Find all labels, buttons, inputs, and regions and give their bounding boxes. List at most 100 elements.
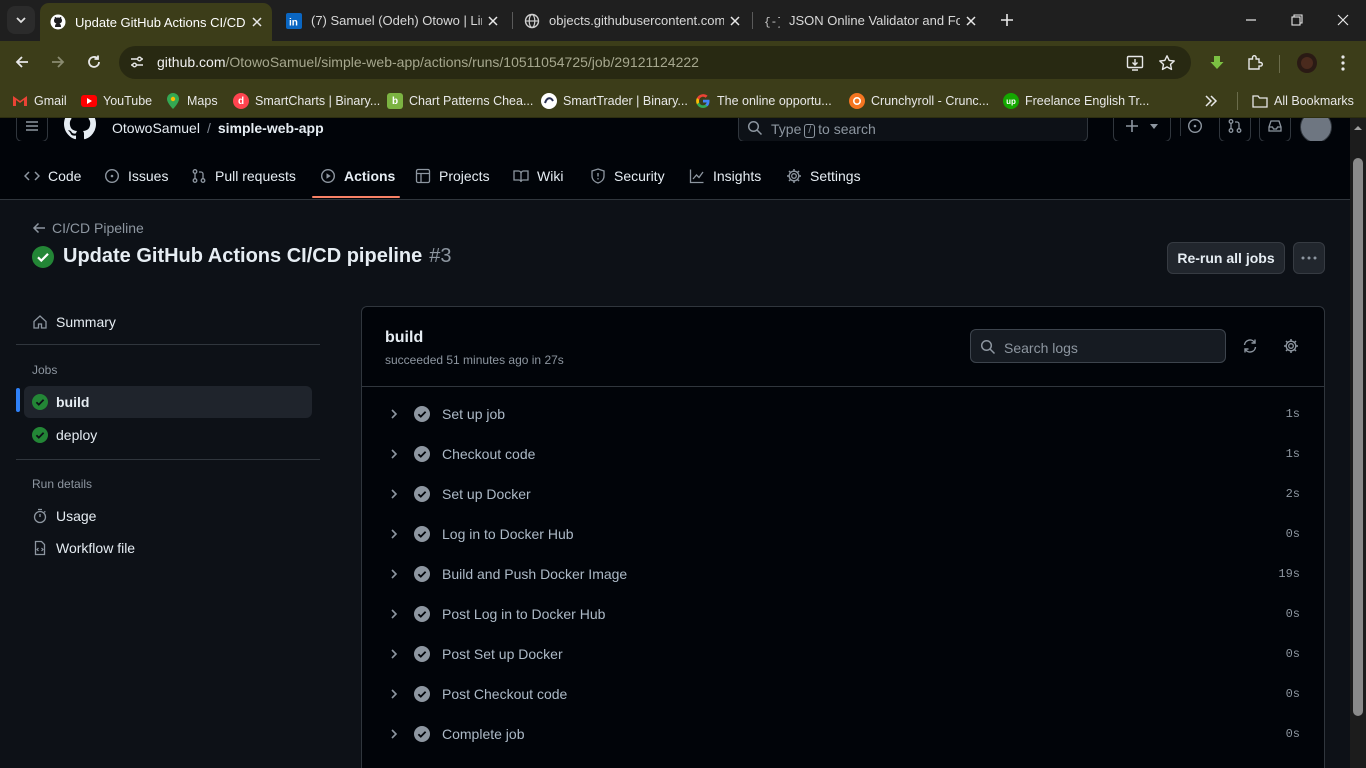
tab-search-button[interactable] (7, 6, 35, 34)
log-step-row[interactable]: Post Log in to Docker Hub 0s (378, 596, 1308, 632)
pull-requests-header-button[interactable] (1219, 118, 1251, 142)
tab-issues[interactable]: Issues (104, 165, 168, 187)
reload-button[interactable] (80, 48, 108, 76)
create-new-button[interactable] (1113, 118, 1171, 142)
more-options-button[interactable] (1293, 242, 1325, 274)
bookmark-chart-patterns[interactable]: b Chart Patterns Chea... (387, 91, 533, 111)
tab-pull-requests[interactable]: Pull requests (191, 165, 296, 187)
triangle-down-icon (1150, 124, 1158, 129)
url-host: github.com (157, 54, 226, 70)
restore-button[interactable] (1274, 0, 1320, 40)
close-icon[interactable] (724, 10, 746, 32)
sidebar-summary[interactable]: Summary (24, 306, 312, 338)
tab-code[interactable]: Code (24, 165, 81, 187)
log-step-row[interactable]: Complete job 0s (378, 716, 1308, 752)
bookmark-smartcharts[interactable]: d SmartCharts | Binary... (233, 91, 380, 111)
tab-insights[interactable]: Insights (689, 165, 761, 187)
shield-icon (590, 168, 606, 184)
sidebar-usage[interactable]: Usage (24, 500, 312, 532)
search-input[interactable]: Type / to search (738, 118, 1088, 142)
profile-avatar[interactable] (1294, 50, 1320, 76)
chevron-right-icon[interactable] (386, 726, 402, 742)
log-step-row[interactable]: Log in to Docker Hub 0s (378, 516, 1308, 552)
user-avatar[interactable] (1300, 118, 1332, 143)
github-logo-icon[interactable] (64, 118, 96, 140)
workflow-back-link[interactable]: CI/CD Pipeline (32, 220, 144, 236)
chevron-down-icon (16, 17, 26, 24)
sidebar-job-deploy[interactable]: deploy (24, 419, 312, 451)
tab-projects[interactable]: Projects (415, 165, 490, 187)
arrow-left-icon (15, 56, 28, 68)
chevron-right-icon[interactable] (386, 526, 402, 542)
log-step-row[interactable]: Set up job 1s (378, 396, 1308, 432)
forward-button[interactable] (44, 48, 72, 76)
bookmark-gmail[interactable]: Gmail (12, 91, 67, 111)
browser-tab-json[interactable]: {-} JSON Online Validator and Forn (754, 5, 986, 36)
bookmark-crunchyroll[interactable]: Crunchyroll - Crunc... (849, 91, 989, 111)
browser-tab-linkedin[interactable]: in (7) Samuel (Odeh) Otowo | Link (276, 5, 508, 36)
bookmark-google[interactable]: The online opportu... (695, 91, 832, 111)
close-icon[interactable] (246, 11, 268, 33)
rerun-all-jobs-button[interactable]: Re-run all jobs (1167, 242, 1285, 274)
bookmark-label: Crunchyroll - Crunc... (871, 94, 990, 108)
bookmark-maps[interactable]: Maps (165, 91, 218, 111)
tab-settings[interactable]: Settings (786, 165, 861, 187)
kebab-menu-icon[interactable] (1330, 50, 1356, 76)
extensions-icon[interactable] (1242, 50, 1268, 76)
issues-header-button[interactable] (1179, 118, 1211, 142)
scroll-thumb[interactable] (1353, 158, 1363, 716)
browser-tab-github[interactable]: Update GitHub Actions CI/CD p (40, 3, 272, 41)
svg-text:{-}: {-} (764, 17, 780, 29)
chevron-right-icon[interactable] (386, 566, 402, 582)
log-step-row[interactable]: Checkout code 1s (378, 436, 1308, 472)
check-circle-icon (414, 406, 430, 422)
page-scrollbar[interactable] (1350, 118, 1366, 768)
job-log-panel: build succeeded 51 minutes ago in 27s Se… (361, 306, 1325, 768)
tab-actions[interactable]: Actions (320, 165, 395, 187)
install-app-icon[interactable] (1126, 54, 1144, 72)
chevron-right-icon[interactable] (386, 646, 402, 662)
all-bookmarks-button[interactable]: All Bookmarks (1252, 91, 1354, 111)
log-step-row[interactable]: Post Checkout code 0s (378, 676, 1308, 712)
bookmark-star-icon[interactable] (1158, 54, 1176, 72)
log-settings-button[interactable] (1281, 336, 1301, 356)
site-info-icon[interactable] (129, 54, 145, 70)
step-name: Post Set up Docker (442, 646, 563, 662)
repo-owner-link[interactable]: OtowoSamuel (112, 120, 200, 136)
bookmark-youtube[interactable]: YouTube (81, 91, 152, 111)
address-bar[interactable]: github.com/OtowoSamuel/simple-web-app/ac… (119, 46, 1191, 79)
log-step-row[interactable]: Set up Docker 2s (378, 476, 1308, 512)
step-duration: 2s (1285, 487, 1300, 501)
refresh-logs-button[interactable] (1240, 336, 1260, 356)
tab-security[interactable]: Security (590, 165, 665, 187)
inbox-header-button[interactable] (1259, 118, 1291, 142)
sidebar-workflow-file[interactable]: Workflow file (24, 532, 312, 564)
close-icon[interactable] (482, 10, 504, 32)
window-close-button[interactable] (1320, 0, 1366, 40)
chevron-right-icon[interactable] (386, 406, 402, 422)
chevron-right-icon[interactable] (386, 686, 402, 702)
bookmark-upwork[interactable]: up Freelance English Tr... (1003, 91, 1149, 111)
tab-wiki[interactable]: Wiki (513, 165, 563, 187)
bookmark-smarttrader[interactable]: SmartTrader | Binary... (541, 91, 688, 111)
tab-label: Pull requests (215, 168, 296, 184)
chevron-right-icon[interactable] (386, 486, 402, 502)
chevron-right-icon[interactable] (386, 446, 402, 462)
browser-tab-objects[interactable]: objects.githubusercontent.com (514, 5, 750, 36)
search-logs-input[interactable]: Search logs (970, 329, 1226, 363)
run-details-heading: Run details (32, 477, 93, 491)
repo-name-link[interactable]: simple-web-app (218, 120, 324, 136)
log-step-row[interactable]: Post Set up Docker 0s (378, 636, 1308, 672)
log-step-row[interactable]: Build and Push Docker Image 19s (378, 556, 1308, 592)
back-button[interactable] (8, 48, 36, 76)
download-icon[interactable] (1204, 50, 1230, 76)
new-tab-button[interactable] (995, 8, 1019, 32)
minimize-button[interactable] (1228, 0, 1274, 40)
close-icon[interactable] (960, 10, 982, 32)
step-name: Log in to Docker Hub (442, 526, 574, 542)
chevron-right-icon[interactable] (386, 606, 402, 622)
hamburger-menu-button[interactable] (16, 118, 48, 142)
browser-toolbar: github.com/OtowoSamuel/simple-web-app/ac… (0, 41, 1366, 84)
more-bookmarks-button[interactable] (1204, 91, 1218, 111)
sidebar-job-build[interactable]: build (24, 386, 312, 418)
